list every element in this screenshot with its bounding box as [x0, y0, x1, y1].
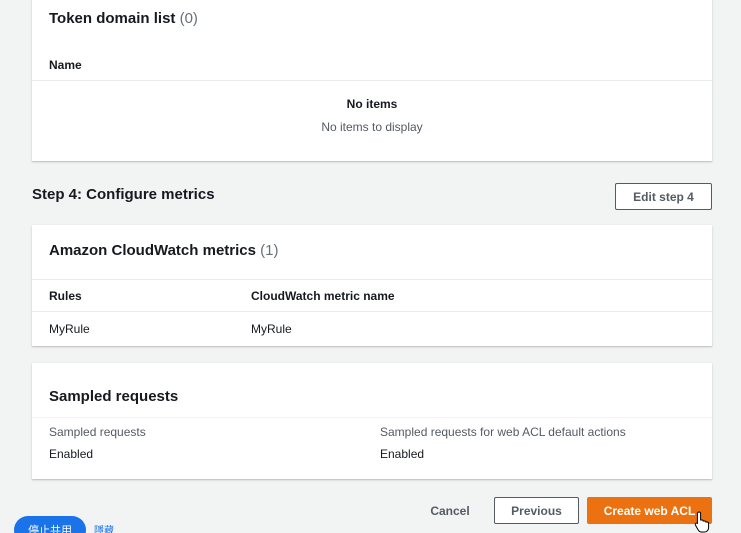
divider: [32, 279, 712, 280]
token-domain-header: Token domain list (0): [49, 10, 198, 27]
review-page: Token domain list (0) Name No items No i…: [0, 0, 741, 533]
empty-state-text: No items to display: [321, 120, 423, 134]
cloudwatch-count: (1): [260, 242, 279, 259]
divider: [32, 311, 712, 312]
sampled-title: Sampled requests: [49, 388, 179, 405]
empty-state: No items No items to display: [32, 97, 712, 134]
sampled-right-value: Enabled: [380, 447, 425, 461]
cloudwatch-metrics-panel: Amazon CloudWatch metrics (1) Rules Clou…: [32, 225, 712, 346]
column-metric-name: CloudWatch metric name: [251, 289, 395, 303]
sampled-right-label: Sampled requests for web ACL default act…: [380, 425, 626, 439]
divider: [32, 80, 712, 81]
sampled-requests-panel: Sampled requests Sampled requests Enable…: [32, 363, 712, 479]
token-domain-count: (0): [179, 10, 198, 27]
step4-title: Step 4: Configure metrics: [32, 186, 215, 203]
token-domain-title: Token domain list: [49, 10, 176, 27]
stop-share-button[interactable]: 停止共用: [14, 516, 86, 533]
sampled-left-value: Enabled: [49, 447, 94, 461]
cancel-button[interactable]: Cancel: [420, 497, 480, 524]
sampled-left-label: Sampled requests: [49, 425, 146, 439]
hide-share-bar-link[interactable]: 隱藏: [94, 522, 114, 533]
divider: [32, 417, 712, 418]
hand-pointer-icon: [694, 511, 710, 533]
edit-step4-button[interactable]: Edit step 4: [615, 183, 712, 210]
column-rules: Rules: [49, 289, 82, 303]
table-row-metric: MyRule: [251, 322, 292, 336]
cloudwatch-title: Amazon CloudWatch metrics: [49, 242, 256, 259]
table-row-rule: MyRule: [49, 322, 90, 336]
empty-state-title: No items: [346, 97, 398, 111]
token-domain-column-name: Name: [49, 58, 82, 72]
previous-button[interactable]: Previous: [494, 497, 579, 524]
cloudwatch-header: Amazon CloudWatch metrics (1): [49, 242, 278, 259]
token-domain-panel: Token domain list (0) Name No items No i…: [32, 0, 712, 161]
